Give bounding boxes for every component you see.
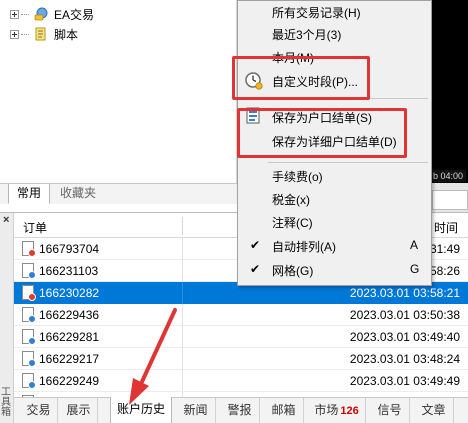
market-count-badge: 126 <box>340 405 359 417</box>
table-row[interactable]: 166229281 2023.03.01 03:49:40 <box>14 326 468 348</box>
navigator-panel: EA交易 脚本 <box>0 0 237 183</box>
order-status-badge-icon <box>28 249 36 257</box>
order-time: 2023.03.01 03:48:24 <box>349 352 460 366</box>
menu-separator <box>268 162 428 163</box>
order-id: 166229217 <box>39 352 100 366</box>
tree-item-ea[interactable]: EA交易 <box>10 4 94 24</box>
table-row[interactable]: 166229436 2023.03.01 03:50:38 <box>14 304 468 326</box>
order-status-badge-icon <box>28 337 36 345</box>
tab-news[interactable]: 新闻 <box>176 398 216 423</box>
order-status-badge-icon <box>28 315 36 323</box>
tab-exposure[interactable]: 展示 <box>60 398 98 423</box>
tab-mailbox[interactable]: 邮箱 <box>264 398 304 423</box>
order-id: 166229436 <box>39 308 100 322</box>
menu-item-commission[interactable]: 手续费(o) <box>238 165 431 187</box>
order-time: 2023.03.01 03:50:38 <box>349 308 460 322</box>
menu-item-comment[interactable]: 注释(C) <box>238 211 431 233</box>
tree-item-scripts[interactable]: 脚本 <box>10 24 78 44</box>
menu-item-grid[interactable]: ✔ 网格(G) G <box>238 259 431 281</box>
tab-signals[interactable]: 信号 <box>370 398 410 423</box>
tab-articles[interactable]: 文章 <box>414 398 454 423</box>
check-icon: ✔ <box>250 262 261 276</box>
menu-item-last-3-months[interactable]: 最近3个月(3) <box>238 23 431 45</box>
tab-account-history[interactable]: 账户历史 <box>110 397 172 423</box>
tab-alerts[interactable]: 警报 <box>220 398 260 423</box>
order-id: 166229281 <box>39 330 100 344</box>
order-status-badge-icon <box>28 271 36 279</box>
tab-common[interactable]: 常用 <box>8 184 51 204</box>
tab-trade[interactable]: 交易 <box>20 398 58 423</box>
order-id: 166229249 <box>39 374 100 388</box>
close-icon[interactable]: × <box>3 215 9 226</box>
check-icon: ✔ <box>250 238 261 252</box>
menu-item-all-history[interactable]: 所有交易记录(H) <box>238 1 431 23</box>
order-time: 2023.03.01 03:49:49 <box>349 374 460 388</box>
order-id: 166793704 <box>39 242 100 256</box>
highlight-box-custom-period <box>232 56 370 100</box>
chart-time-label: b 04:00 <box>430 170 467 182</box>
ea-robot-icon <box>34 7 48 21</box>
tree-item-label: 脚本 <box>54 27 79 42</box>
order-status-badge-icon <box>28 359 36 367</box>
order-id: 166231103 <box>39 264 99 278</box>
toolbox-sidebar: × 工具箱 <box>0 213 14 423</box>
navigator-tabs: 常用 收藏夹 <box>0 183 237 204</box>
highlight-box-save-reports <box>237 108 407 158</box>
menu-shortcut: G <box>410 262 420 276</box>
table-row[interactable]: 166229217 2023.03.01 03:48:24 <box>14 348 468 370</box>
menu-shortcut: A <box>410 238 419 252</box>
column-header-time[interactable]: 时间 <box>434 219 458 236</box>
order-status-badge-icon <box>28 381 36 389</box>
expand-icon[interactable] <box>10 29 19 39</box>
menu-item-taxes[interactable]: 税金(x) <box>238 188 431 210</box>
toolbox-side-label: 工具箱 <box>1 387 11 418</box>
order-id: 166230282 <box>39 286 100 300</box>
tree-item-label: EA交易 <box>54 7 95 22</box>
order-time: 2023.03.01 03:58:21 <box>349 286 460 300</box>
order-status-badge-icon <box>28 293 36 301</box>
tab-market[interactable]: 市场 126 <box>308 398 366 423</box>
table-row[interactable]: 166229249 2023.03.01 03:49:49 <box>14 370 468 392</box>
tab-favorites[interactable]: 收藏夹 <box>52 184 104 204</box>
column-header-order[interactable]: 订单 <box>23 219 47 236</box>
order-time: 2023.03.01 03:49:40 <box>349 330 460 344</box>
tab-market-label: 市场 <box>314 403 339 417</box>
expand-icon[interactable] <box>10 9 19 19</box>
chart-tab[interactable] <box>432 190 468 210</box>
script-icon <box>35 27 46 41</box>
menu-item-auto-arrange[interactable]: ✔ 自动排列(A) A <box>238 235 431 257</box>
toolbox-tabs: 交易 展示 账户历史 新闻 警报 邮箱 市场 126 信号 文章 <box>14 397 468 423</box>
